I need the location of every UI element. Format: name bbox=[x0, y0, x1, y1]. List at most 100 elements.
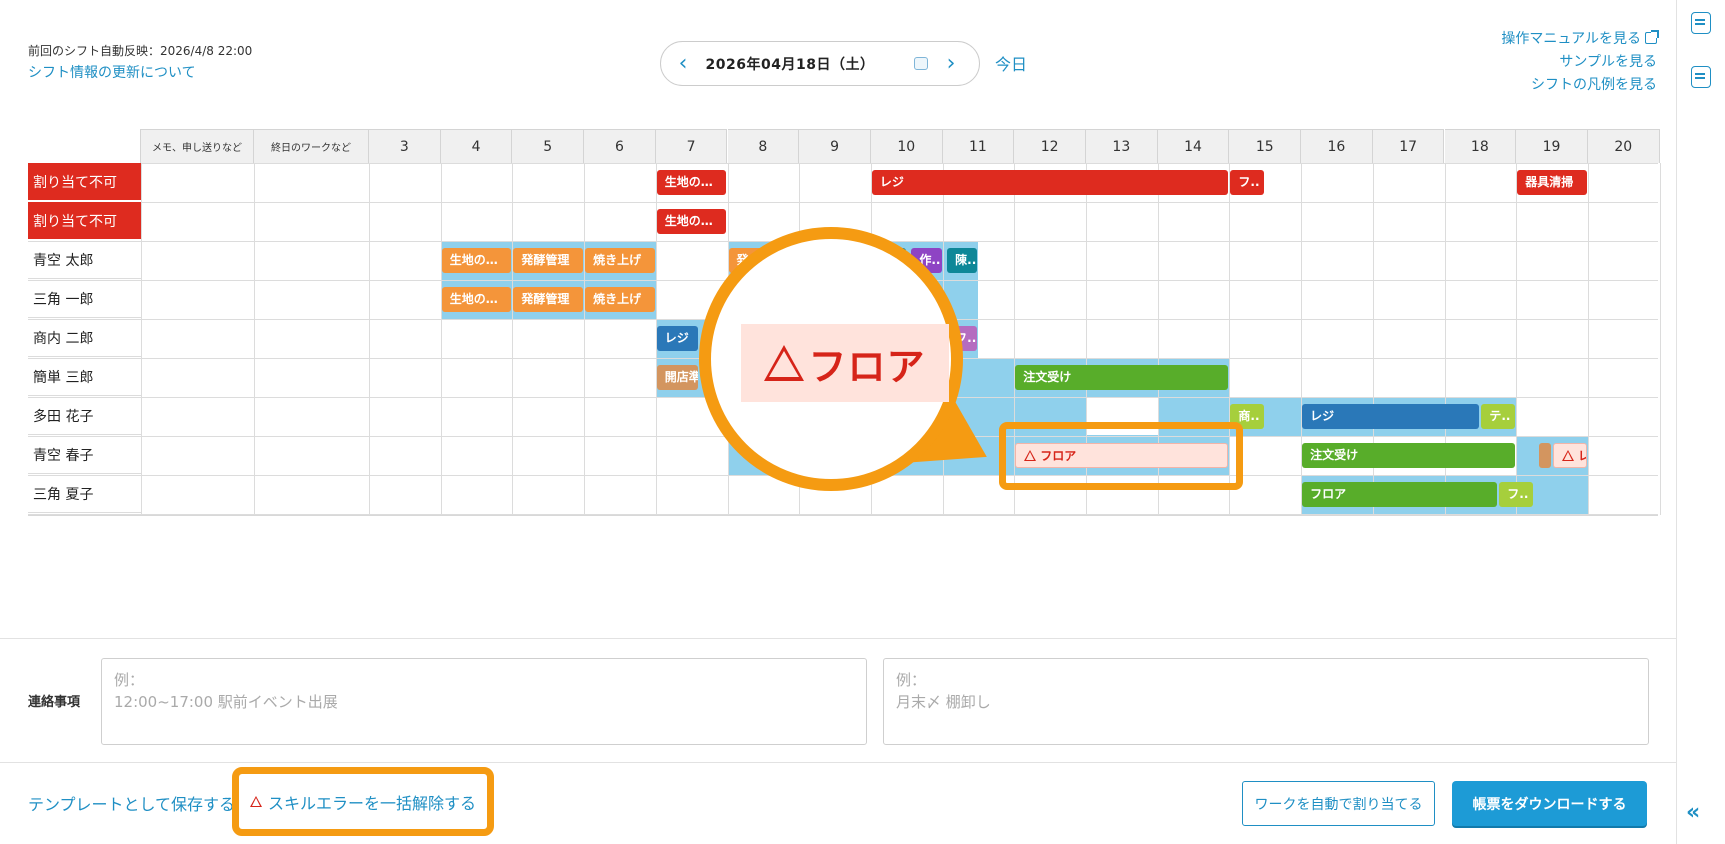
memo-input-left[interactable]: 例： 12:00~17:00 駅前イベント出展 bbox=[101, 658, 867, 745]
manual-link[interactable]: 操作マニュアルを見る bbox=[1501, 31, 1641, 47]
update-info-link[interactable]: シフト情報の更新について bbox=[28, 62, 252, 84]
hour-header: 5 bbox=[512, 129, 585, 163]
sample-link[interactable]: サンプルを見る bbox=[1501, 51, 1657, 74]
hour-header: 15 bbox=[1229, 129, 1302, 163]
hour-header: 6 bbox=[584, 129, 656, 163]
calendar-icon[interactable] bbox=[914, 57, 929, 70]
shift-block[interactable]: フロア bbox=[1302, 482, 1498, 507]
shift-block-label: 生地の… bbox=[664, 214, 713, 228]
save-template-link[interactable]: テンプレートとして保存する bbox=[28, 791, 235, 815]
shift-block[interactable]: レジ bbox=[656, 326, 698, 351]
staff-name: 青空 太郎 bbox=[28, 241, 141, 279]
hour-header: 13 bbox=[1086, 129, 1158, 163]
hour-header: 18 bbox=[1444, 129, 1517, 163]
shift-block-label: レジ bbox=[879, 175, 904, 189]
shift-block[interactable] bbox=[1538, 443, 1552, 468]
shift-block-label: 発酵管理 bbox=[521, 253, 570, 267]
unassignable-row-label: 割り当て不可 bbox=[28, 202, 141, 240]
shift-block-label: レ bbox=[1578, 449, 1586, 463]
shift-block-label: 開店準 bbox=[664, 370, 698, 384]
shift-block-label: 商.. bbox=[1238, 409, 1260, 423]
grid-line bbox=[28, 202, 1658, 203]
shift-block[interactable]: レジ bbox=[871, 170, 1229, 195]
footer-bar: テンプレートとして保存する スキルエラーを一括解除する ワークを自動で割り当てる… bbox=[0, 762, 1676, 844]
grid-line bbox=[584, 163, 586, 515]
shift-block-label: レジ bbox=[1310, 409, 1335, 423]
magnified-error-block: フロア bbox=[741, 324, 949, 402]
grid-line bbox=[1587, 163, 1589, 515]
shift-block[interactable]: テ.. bbox=[1481, 404, 1516, 429]
grid-line bbox=[512, 163, 514, 515]
shift-block[interactable]: 注文受け bbox=[1302, 443, 1516, 468]
skill-error-clear-button[interactable]: スキルエラーを一括解除する bbox=[232, 767, 494, 836]
skill-error-label: スキルエラーを一括解除する bbox=[267, 793, 476, 813]
magnifier-callout: フロア bbox=[699, 227, 963, 491]
grid-line bbox=[1516, 163, 1518, 515]
shift-block[interactable]: 発酵管理 bbox=[513, 248, 584, 273]
shift-block-label: 生地の… bbox=[449, 253, 498, 267]
shift-block[interactable]: 開店準 bbox=[656, 365, 698, 390]
unassignable-row-label: 割り当て不可 bbox=[28, 163, 141, 201]
hour-header: 3 bbox=[369, 129, 441, 163]
hour-header: 20 bbox=[1587, 129, 1660, 163]
grid-line bbox=[369, 163, 370, 515]
right-sidebar bbox=[1676, 0, 1725, 844]
shift-block-error[interactable]: レ bbox=[1553, 443, 1587, 468]
hour-header: 4 bbox=[440, 129, 513, 163]
shift-block-label: 焼き上げ bbox=[593, 292, 642, 306]
shift-block[interactable]: 焼き上げ bbox=[585, 248, 655, 273]
shift-block[interactable]: レジ bbox=[1302, 404, 1480, 429]
hour-header: 8 bbox=[727, 129, 800, 163]
document-icon[interactable] bbox=[1691, 12, 1711, 34]
shift-block-label: 生地の… bbox=[449, 292, 498, 306]
shift-block-label: 陳.. bbox=[955, 253, 977, 267]
shift-block[interactable]: 生地の… bbox=[441, 248, 512, 273]
memo-col-header: メモ、申し送りなど bbox=[141, 129, 254, 163]
grid-line bbox=[28, 514, 1658, 515]
auto-assign-button[interactable]: ワークを自動で割り当てる bbox=[1242, 781, 1435, 826]
download-report-button[interactable]: 帳票をダウンロードする bbox=[1452, 781, 1647, 826]
hour-header: 12 bbox=[1014, 129, 1086, 163]
shift-block-label: フロア bbox=[1310, 487, 1347, 501]
date-display[interactable]: 2026年04月18日（土） bbox=[706, 54, 929, 74]
shift-block[interactable]: 生地の… bbox=[441, 287, 512, 312]
today-link[interactable]: 今日 bbox=[995, 51, 1027, 75]
shift-block[interactable]: 注文受け bbox=[1015, 365, 1229, 390]
shift-block-label: 器具清掃 bbox=[1525, 175, 1574, 189]
date-navigator: ‹ 2026年04月18日（土） › bbox=[660, 41, 980, 86]
checklist-icon[interactable] bbox=[1691, 66, 1711, 88]
staff-name: 三角 夏子 bbox=[28, 475, 141, 513]
prev-day-button[interactable]: ‹ bbox=[671, 52, 695, 75]
magnified-label: フロア bbox=[808, 344, 926, 389]
shift-block-label: 生地の… bbox=[664, 175, 713, 189]
shift-block-label: 注文受け bbox=[1310, 448, 1359, 462]
hour-header: 19 bbox=[1516, 129, 1588, 163]
shift-block-label: 焼き上げ bbox=[593, 253, 642, 267]
last-reflect-text: 前回のシフト自動反映：2026/4/8 22:00 bbox=[28, 44, 253, 58]
highlight-box bbox=[999, 422, 1243, 490]
shift-block[interactable]: 陳.. bbox=[947, 248, 978, 273]
staff-name: 多田 花子 bbox=[28, 397, 141, 435]
header-left: 前回のシフト自動反映：2026/4/8 22:00 シフト情報の更新について bbox=[28, 40, 252, 84]
shift-block-label: フ.. bbox=[1507, 487, 1529, 501]
shift-block[interactable]: 生地の… bbox=[656, 170, 727, 195]
shift-block[interactable]: フ.. bbox=[1499, 482, 1534, 507]
shift-block[interactable]: 器具清掃 bbox=[1517, 170, 1587, 195]
grid-line bbox=[254, 163, 255, 515]
warning-icon bbox=[249, 796, 262, 807]
next-day-button[interactable]: › bbox=[939, 52, 963, 75]
memo-section: 連絡事項 例： 12:00~17:00 駅前イベント出展 例： 月末〆 棚卸し bbox=[0, 638, 1676, 762]
hour-header: 7 bbox=[655, 129, 728, 163]
shift-block[interactable]: 発酵管理 bbox=[513, 287, 584, 312]
collapse-sidebar-button[interactable]: « bbox=[1686, 800, 1700, 825]
legend-link[interactable]: シフトの凡例を見る bbox=[1501, 74, 1657, 97]
shift-block-label: 発酵管理 bbox=[521, 292, 570, 306]
hour-header: 10 bbox=[870, 129, 943, 163]
shift-block[interactable]: フ.. bbox=[1230, 170, 1265, 195]
memo-input-right[interactable]: 例： 月末〆 棚卸し bbox=[883, 658, 1649, 745]
grid-line bbox=[28, 163, 1658, 164]
shift-block[interactable]: 焼き上げ bbox=[585, 287, 655, 312]
current-date: 2026年04月18日（土） bbox=[705, 56, 875, 73]
staff-name: 青空 春子 bbox=[28, 436, 141, 474]
shift-block[interactable]: 生地の… bbox=[656, 209, 727, 234]
